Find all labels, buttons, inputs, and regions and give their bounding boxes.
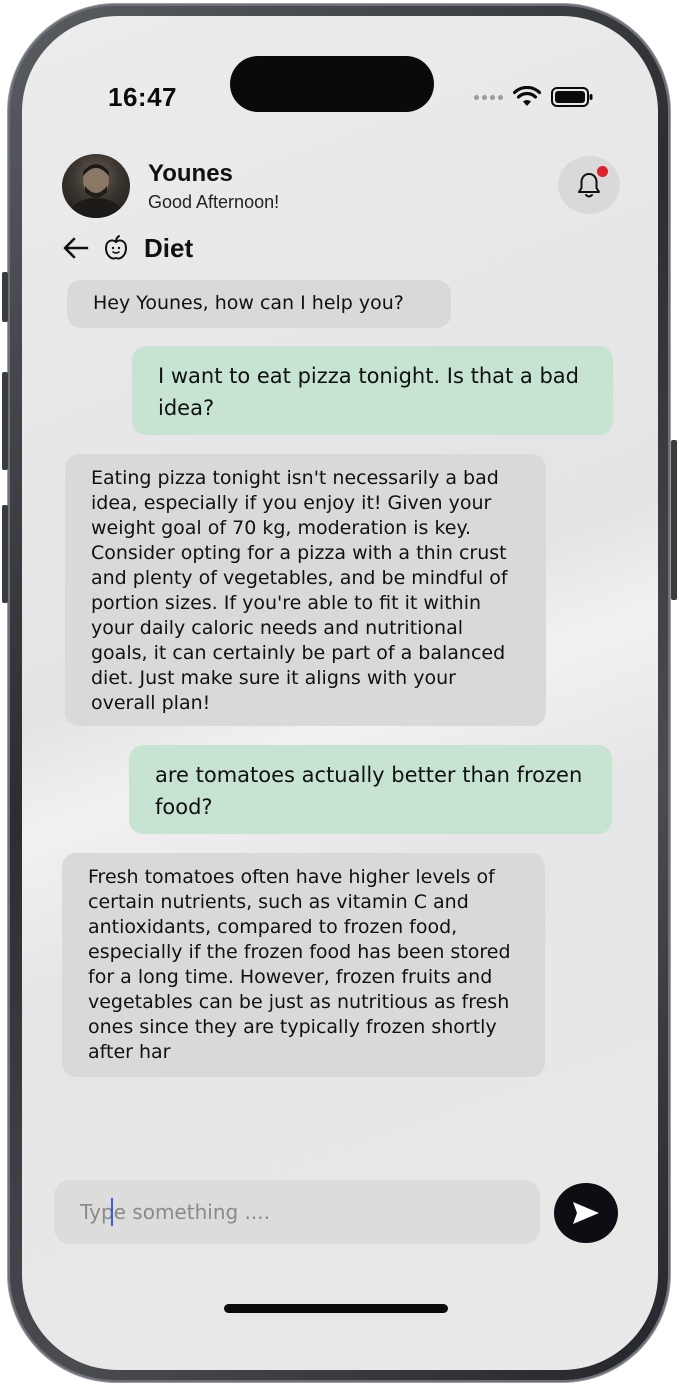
volume-up-button xyxy=(2,372,8,470)
volume-down-button xyxy=(2,505,8,603)
message-input[interactable] xyxy=(78,1199,516,1225)
notification-badge xyxy=(597,166,608,177)
home-indicator[interactable] xyxy=(224,1304,448,1313)
topic-row: Diet xyxy=(62,230,193,266)
chat-header: Younes Good Afternoon! xyxy=(62,154,622,220)
send-icon xyxy=(573,1202,599,1224)
phone-screen: 16:47 Younes Good Afternoon! Diet Hey Yo… xyxy=(22,16,658,1370)
user-message: I want to eat pizza tonight. Is that a b… xyxy=(132,346,613,435)
cellular-signal-icon xyxy=(474,94,503,100)
dynamic-island xyxy=(230,56,434,112)
avatar-photo xyxy=(68,164,124,218)
status-time: 16:47 xyxy=(108,82,177,112)
avatar[interactable] xyxy=(62,154,130,218)
assistant-message: Hey Younes, how can I help you? xyxy=(67,280,451,328)
notifications-button[interactable] xyxy=(558,156,620,214)
wifi-icon xyxy=(513,86,541,106)
topic-title: Diet xyxy=(144,232,194,263)
arrow-left-icon xyxy=(63,237,89,259)
user-name: Younes xyxy=(148,160,233,187)
assistant-message: Eating pizza tonight isn't necessarily a… xyxy=(65,454,546,726)
battery-icon xyxy=(551,87,593,107)
status-icons xyxy=(474,86,593,108)
send-button[interactable] xyxy=(554,1183,618,1243)
user-greeting: Good Afternoon! xyxy=(148,192,280,212)
text-caret xyxy=(111,1198,113,1226)
action-button xyxy=(2,272,8,322)
user-message: are tomatoes actually better than frozen… xyxy=(129,745,612,834)
message-composer xyxy=(54,1180,540,1244)
apple-icon xyxy=(102,233,132,263)
back-button[interactable] xyxy=(62,233,92,263)
power-button xyxy=(671,440,677,600)
assistant-message: Fresh tomatoes often have higher levels … xyxy=(62,853,545,1077)
